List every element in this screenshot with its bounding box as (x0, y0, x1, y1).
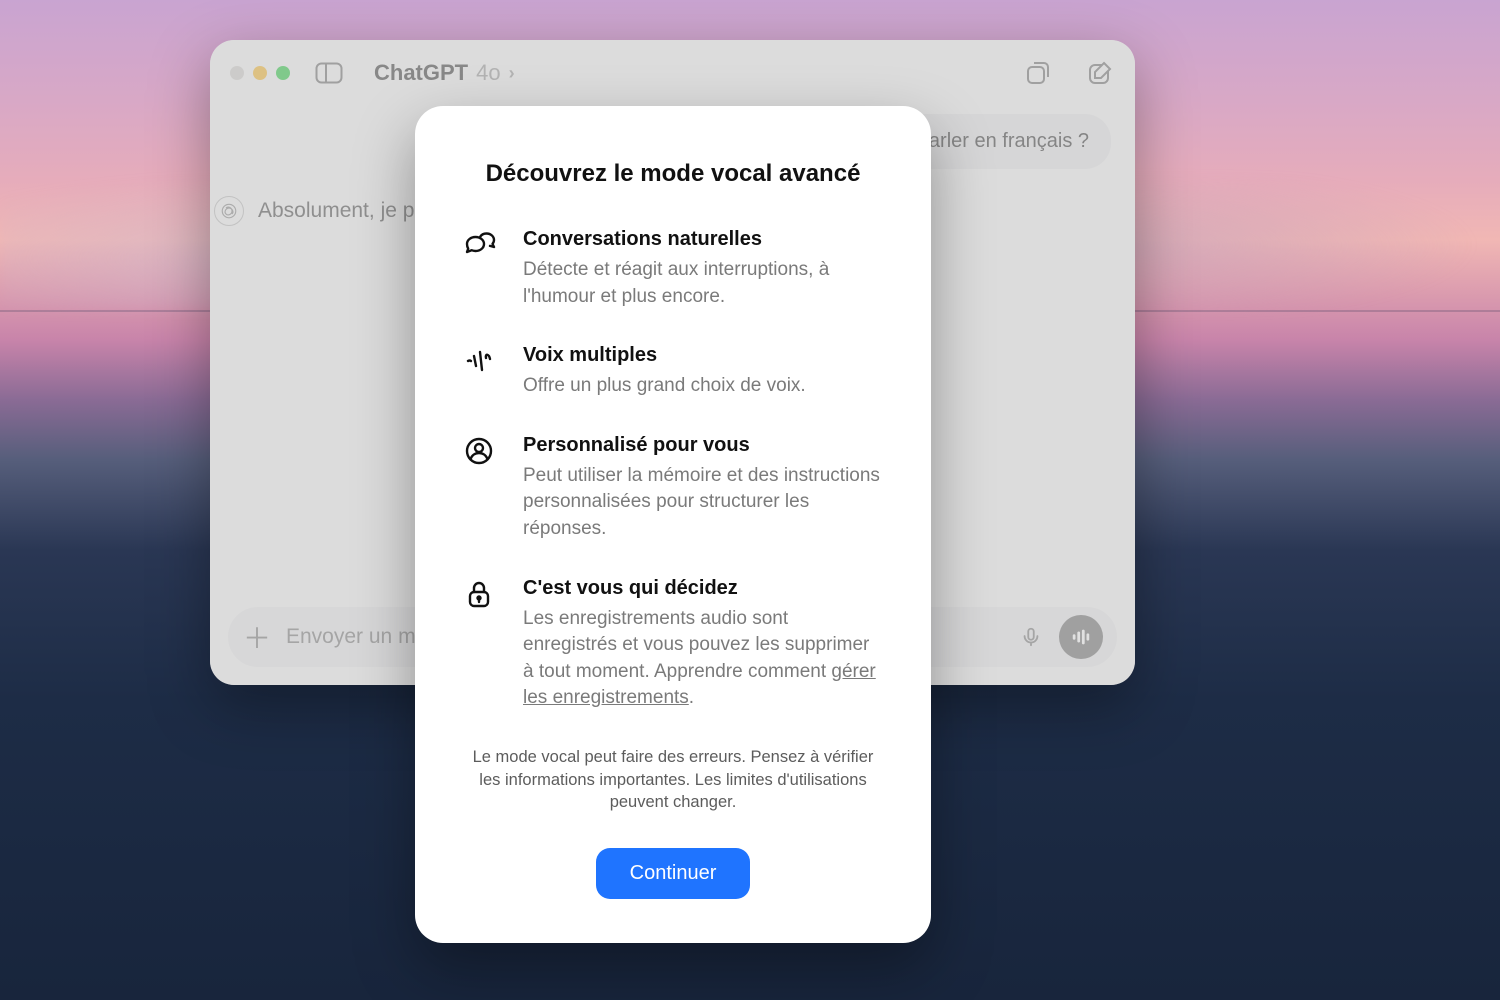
continue-button[interactable]: Continuer (596, 848, 751, 899)
voice-mode-intro-modal: Découvrez le mode vocal avancé Conversat… (415, 106, 931, 943)
feature-you-decide: C'est vous qui décidez Les enregistremen… (461, 577, 885, 712)
feature-natural-conversations: Conversations naturelles Détecte et réag… (461, 228, 885, 310)
feature-desc: Les enregistrements audio sont enregistr… (523, 606, 885, 712)
feature-desc: Peut utiliser la mémoire et des instruct… (523, 463, 885, 543)
feature-desc-prefix: Les enregistrements audio sont enregistr… (523, 608, 869, 682)
feature-multiple-voices: Voix multiples Offre un plus grand choix… (461, 344, 885, 400)
feature-title: Personnalisé pour vous (523, 434, 885, 457)
feature-title: Conversations naturelles (523, 228, 885, 251)
soundwave-icon (461, 344, 497, 400)
desktop-wallpaper: ChatGPT 4o › parler en français ? Absolu… (0, 0, 1500, 1000)
person-circle-icon (461, 434, 497, 543)
feature-title: C'est vous qui décidez (523, 577, 885, 600)
modal-title: Découvrez le mode vocal avancé (461, 160, 885, 188)
feature-personalized: Personnalisé pour vous Peut utiliser la … (461, 434, 885, 543)
feature-desc: Détecte et réagit aux interruptions, à l… (523, 257, 885, 310)
lock-icon (461, 577, 497, 712)
feature-desc-suffix: . (689, 687, 694, 708)
chat-bubbles-icon (461, 228, 497, 310)
feature-title: Voix multiples (523, 344, 806, 367)
feature-desc: Offre un plus grand choix de voix. (523, 373, 806, 400)
modal-disclaimer: Le mode vocal peut faire des erreurs. Pe… (461, 746, 885, 814)
